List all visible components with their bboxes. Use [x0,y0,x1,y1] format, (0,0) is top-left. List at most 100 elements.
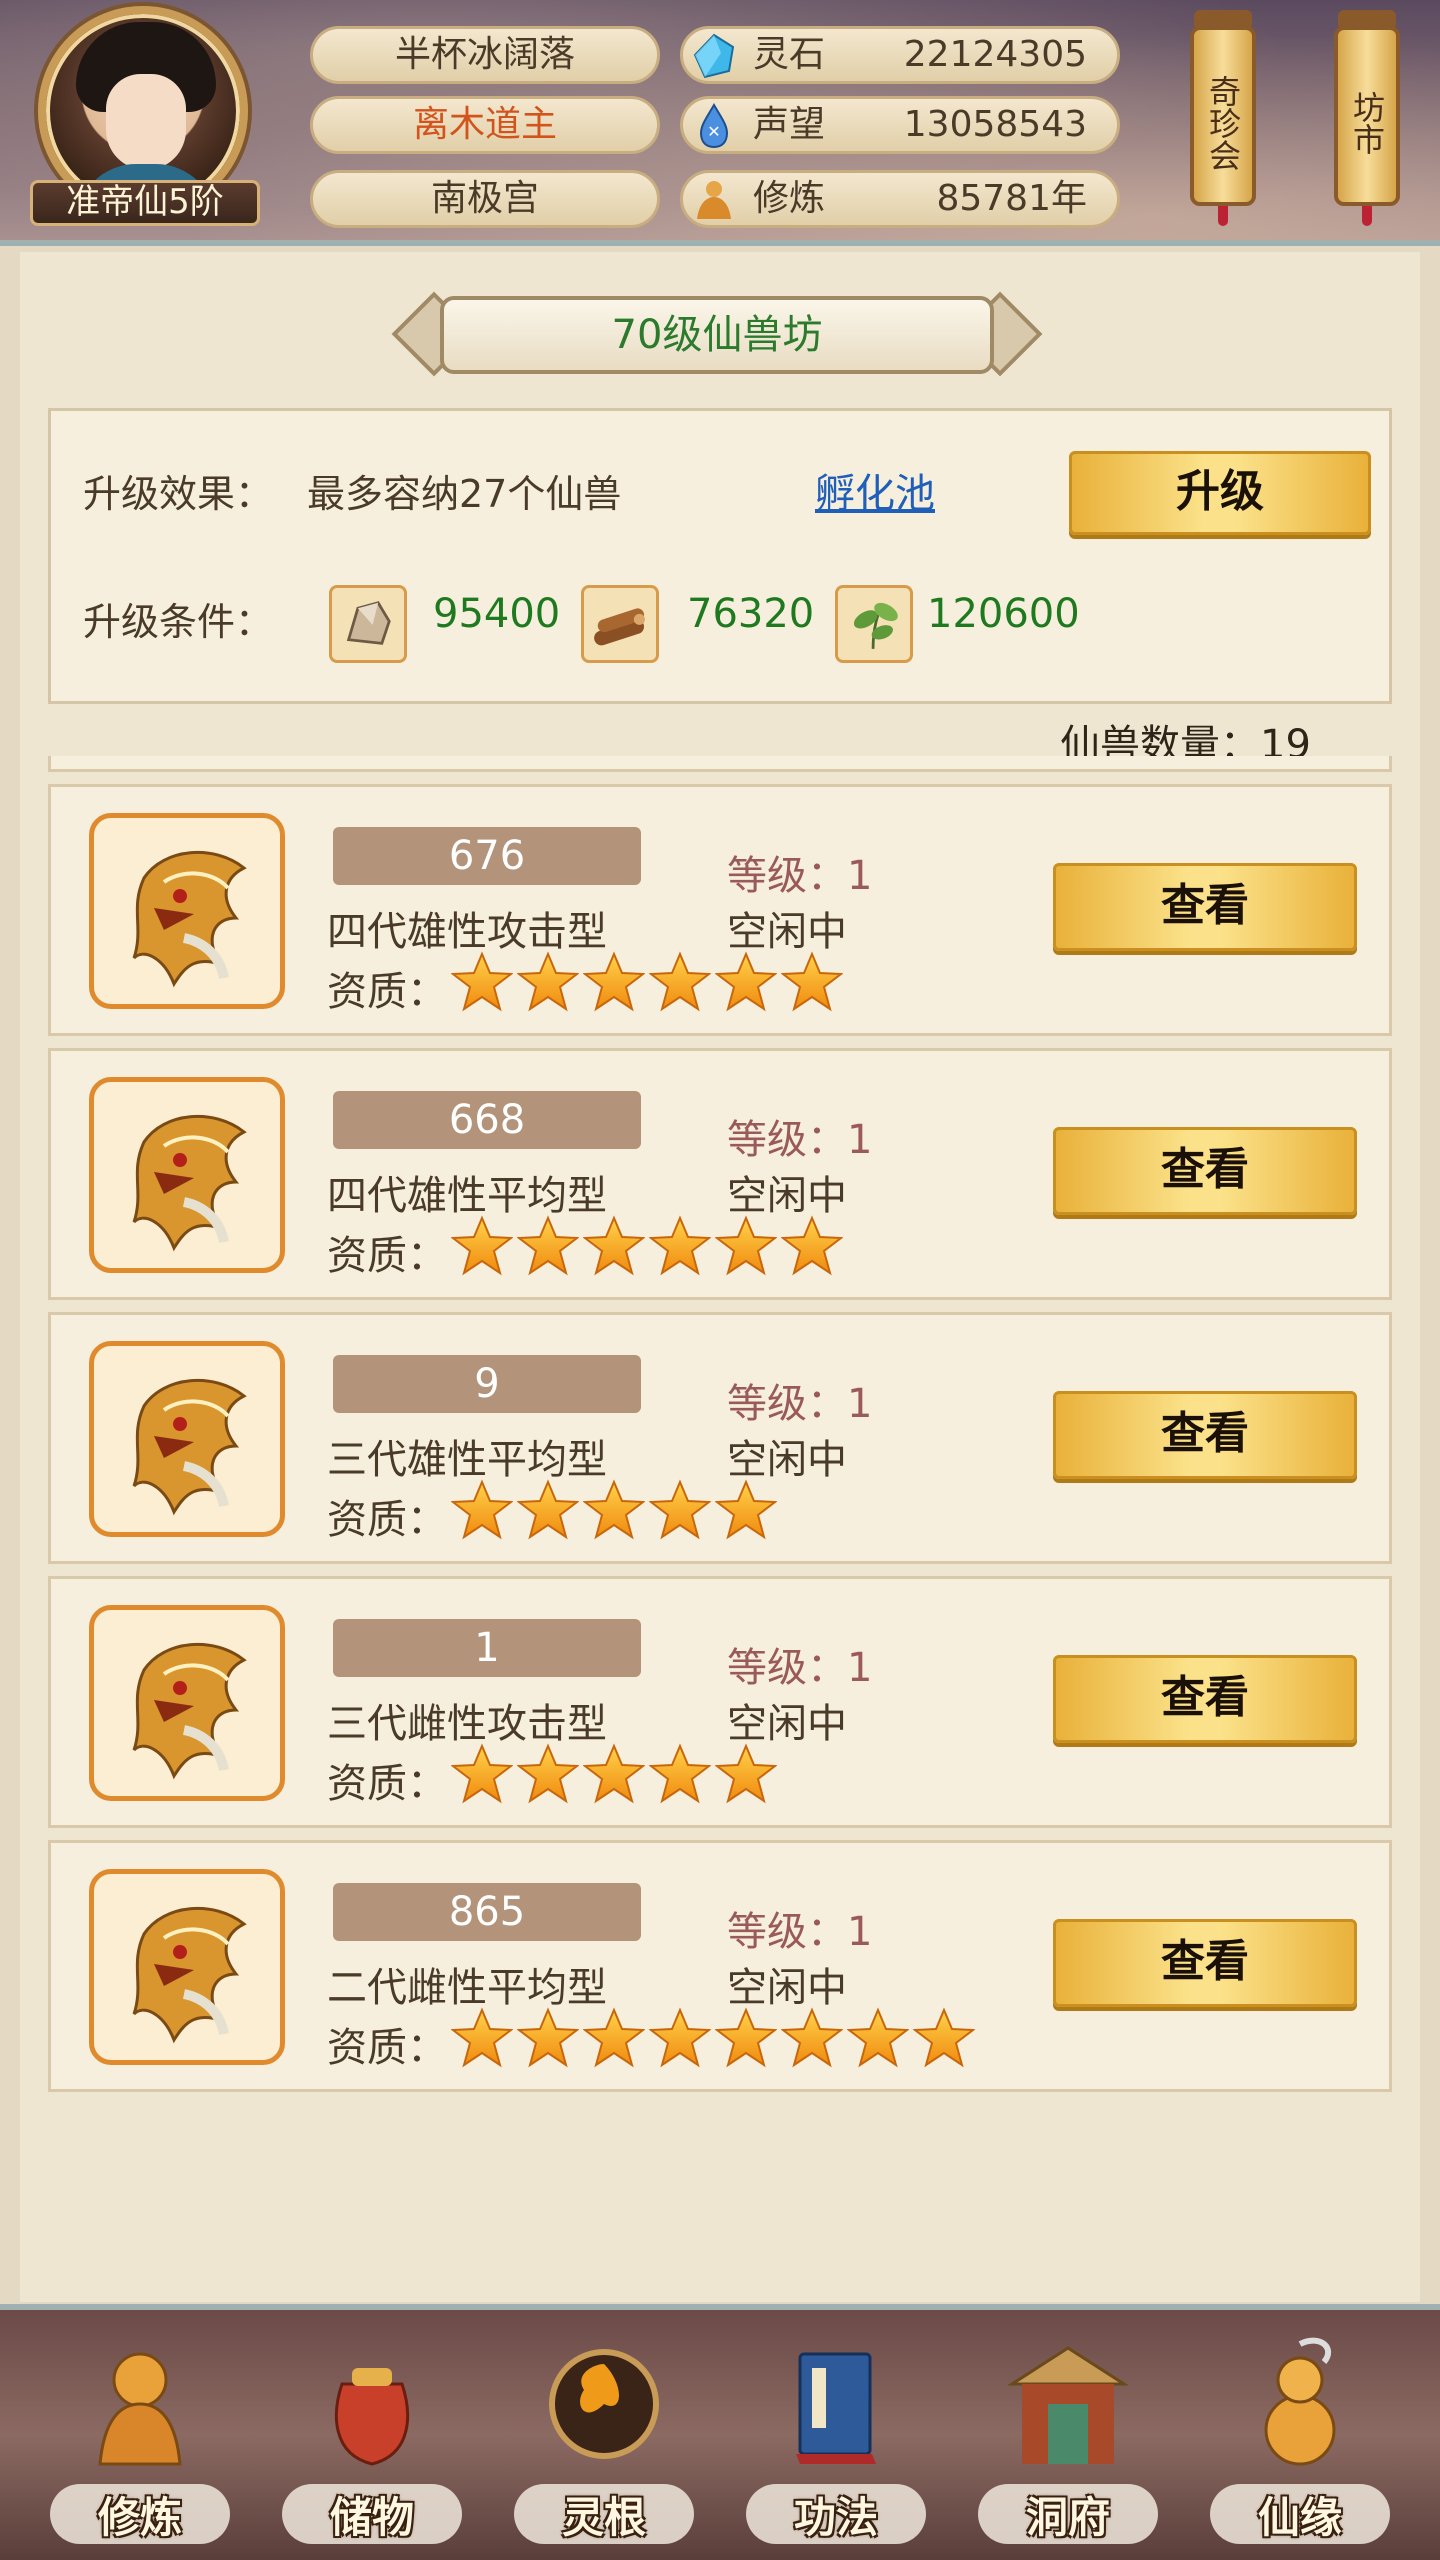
beast-type: 三代雄性平均型 [327,1437,607,1483]
beast-number: 1 [333,1619,641,1677]
beast-number: 668 [333,1091,641,1149]
spirit-stone-icon [693,33,735,79]
view-beast-button[interactable]: 查看 [1053,1391,1357,1479]
star-icon [847,2007,909,2068]
beast-quality-label: 资质： [327,2025,447,2071]
nav-item-book[interactable]: 功法 [736,2334,936,2554]
star-icon [517,1215,579,1276]
beast-quality-label: 资质： [327,1497,447,1543]
cave-house-icon[interactable] [1008,2334,1128,2474]
bottom-nav: 修炼 储物 灵根 功法 洞府 仙缘 [0,2310,1440,2560]
ore-icon [329,585,407,663]
view-beast-button[interactable]: 查看 [1053,1127,1357,1215]
nav-item-gourd[interactable]: 仙缘 [1200,2334,1400,2554]
beast-quality-label: 资质： [327,1233,447,1279]
beast-card: 1 等级：1 三代雌性攻击型 空闲中 资质： 查看 [48,1576,1392,1828]
star-icon [781,951,843,1012]
beast-status: 空闲中 [727,1965,847,2011]
beast-level: 等级：1 [727,1909,873,1955]
star-icon [913,2007,975,2068]
upgrade-button[interactable]: 升级 [1069,451,1371,535]
svg-text:✕: ✕ [707,122,720,141]
beast-portrait[interactable] [89,1077,285,1273]
market-lantern[interactable]: 坊市 [1334,10,1400,226]
beast-number: 676 [333,827,641,885]
bag-icon[interactable] [312,2334,432,2474]
dragon-beast-icon [132,850,247,988]
beast-number: 865 [333,1883,641,1941]
spirit-root-icon[interactable] [544,2334,664,2474]
upgrade-info-box: 升级效果： 最多容纳27个仙兽 孵化池 升级 升级条件： 95400 76320… [48,408,1392,704]
beast-quality-stars [451,1479,777,1541]
beast-quality-stars [451,1215,843,1277]
beast-card: 676 等级：1 四代雄性攻击型 空闲中 资质： 查看 [48,784,1392,1036]
nav-item-bag[interactable]: 储物 [272,2334,472,2554]
beast-type: 四代雄性平均型 [327,1173,607,1219]
nav-item-cave-house[interactable]: 洞府 [968,2334,1168,2554]
nav-label[interactable]: 修炼 [40,2484,240,2545]
hatch-pool-link[interactable]: 孵化池 [815,461,935,519]
resource-cultivation: 修炼 85781年 [680,170,1120,228]
beast-portrait[interactable] [89,1605,285,1801]
reputation-icon: ✕ [699,103,729,149]
beast-card: 865 等级：1 二代雌性平均型 空闲中 资质： 查看 [48,1840,1392,2092]
beast-card: 758等级：1五代雌性攻击型空闲中资质：查看 [48,756,1392,772]
lantern-label[interactable]: 坊市 [1334,26,1400,206]
star-icon [517,1743,579,1804]
resource-name: 修炼 [753,178,826,219]
beast-portrait[interactable] [89,813,285,1009]
beast-status: 空闲中 [727,1701,847,1747]
star-icon [649,1743,711,1804]
star-icon [649,2007,711,2068]
star-icon [451,951,513,1012]
view-beast-button[interactable]: 查看 [1053,1919,1357,2007]
view-beast-button[interactable]: 查看 [1053,863,1357,951]
beast-quality-label: 资质： [327,969,447,1015]
star-icon [715,1215,777,1276]
star-icon [451,2007,513,2068]
view-beast-button[interactable]: 查看 [1053,1655,1357,1743]
star-icon [649,1215,711,1276]
star-icon [517,951,579,1012]
lantern-label[interactable]: 奇珍会 [1190,26,1256,206]
star-icon [583,2007,645,2068]
gourd-icon[interactable] [1240,2334,1360,2474]
nav-item-monk[interactable]: 修炼 [40,2334,240,2554]
beast-status: 空闲中 [727,909,847,955]
beast-level: 等级：1 [727,1117,873,1163]
nav-label[interactable]: 洞府 [968,2484,1168,2545]
resource-spirit-stone: 灵石 22124305 [680,26,1120,84]
cultivation-icon [697,181,731,219]
nav-item-spirit-root[interactable]: 灵根 [504,2334,704,2554]
beast-list[interactable]: 758等级：1五代雌性攻击型空闲中资质：查看676等级：1四代雄性攻击型空闲中资… [48,756,1392,2266]
star-icon [517,2007,579,2068]
star-icon [649,951,711,1012]
beast-status: 空闲中 [727,1437,847,1483]
book-icon[interactable] [776,2334,896,2474]
wood-icon [581,585,659,663]
beast-card: 9 等级：1 三代雄性平均型 空闲中 资质： 查看 [48,1312,1392,1564]
star-icon [715,951,777,1012]
treasure-fair-lantern[interactable]: 奇珍会 [1190,10,1256,226]
star-icon [781,2007,843,2068]
monk-icon[interactable] [80,2334,200,2474]
upgrade-effect-text: 最多容纳27个仙兽 [307,472,622,516]
star-icon [451,1743,513,1804]
nav-label[interactable]: 储物 [272,2484,472,2545]
nav-label[interactable]: 仙缘 [1200,2484,1400,2545]
beast-level: 等级：1 [727,1645,873,1691]
resource-reputation: ✕ 声望 13058543 [680,96,1120,154]
resource-name: 灵石 [753,34,826,75]
nav-label[interactable]: 功法 [736,2484,936,2545]
beast-quality-stars [451,1743,777,1805]
panel-title-banner: 70级仙兽坊 [390,290,1044,380]
beast-type: 三代雌性攻击型 [327,1701,607,1747]
dragon-beast-icon [132,1378,247,1516]
star-icon [583,1479,645,1540]
beast-portrait[interactable] [89,1869,285,2065]
resource-name: 声望 [753,104,826,145]
beast-status: 空闲中 [727,1173,847,1219]
nav-label[interactable]: 灵根 [504,2484,704,2545]
beast-portrait[interactable] [89,1341,285,1537]
beast-level: 等级：1 [727,1381,873,1427]
